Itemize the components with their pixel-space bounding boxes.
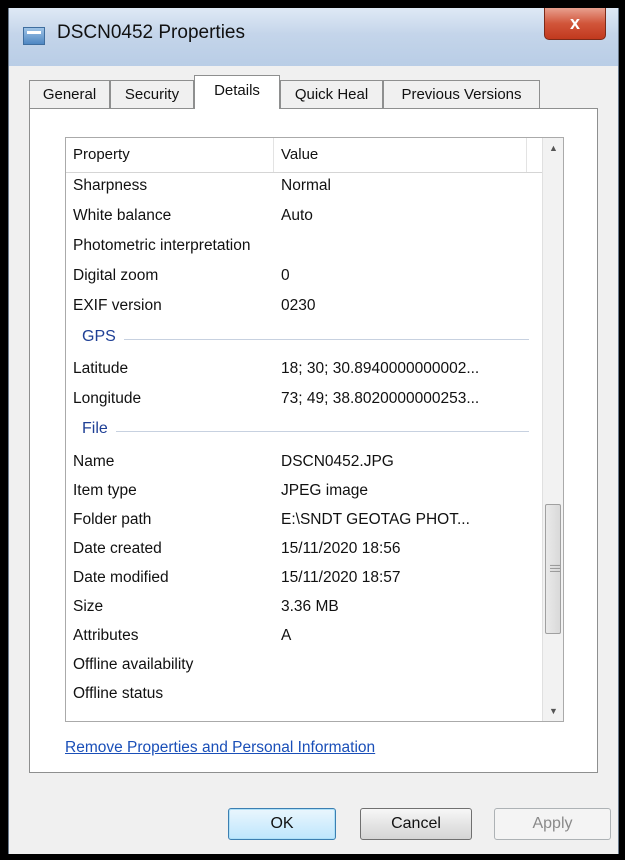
property-name: Latitude bbox=[73, 360, 129, 377]
property-value: 15/11/2020 18:56 bbox=[281, 540, 401, 557]
details-panel: Property Value Sharpness Normal White ba… bbox=[29, 108, 598, 773]
property-value: 0230 bbox=[281, 297, 316, 314]
table-row[interactable]: Date modified 15/11/2020 18:57 bbox=[66, 564, 543, 594]
window-title: DSCN0452 Properties bbox=[57, 22, 245, 43]
table-row[interactable]: Latitude 18; 30; 30.8940000000002... bbox=[66, 355, 543, 385]
property-value: 0 bbox=[281, 267, 290, 284]
property-value: Auto bbox=[281, 207, 313, 224]
cancel-button[interactable]: Cancel bbox=[360, 808, 472, 840]
property-name: Offline status bbox=[73, 685, 164, 702]
property-name: Photometric interpretation bbox=[73, 237, 251, 254]
table-row[interactable]: White balance Auto bbox=[66, 202, 543, 232]
property-name: Date created bbox=[73, 540, 162, 557]
property-value: 18; 30; 30.8940000000002... bbox=[281, 360, 480, 377]
group-divider bbox=[82, 431, 529, 432]
property-name: Longitude bbox=[73, 390, 142, 407]
property-name: White balance bbox=[73, 207, 172, 224]
table-row[interactable]: Folder path E:\SNDT GEOTAG PHOT... bbox=[66, 506, 543, 536]
list-header: Property Value bbox=[66, 138, 543, 173]
table-row[interactable]: Size 3.36 MB bbox=[66, 593, 543, 623]
property-value: JPEG image bbox=[281, 482, 369, 499]
column-header-property[interactable]: Property bbox=[66, 138, 274, 172]
close-button[interactable]: x bbox=[544, 8, 606, 40]
property-value: E:\SNDT GEOTAG PHOT... bbox=[281, 511, 470, 528]
table-row[interactable]: Name DSCN0452.JPG bbox=[66, 448, 543, 478]
table-row[interactable]: EXIF version 0230 bbox=[66, 292, 543, 322]
property-value: 73; 49; 38.8020000000253... bbox=[281, 390, 480, 407]
property-value: 3.36 MB bbox=[281, 598, 339, 615]
properties-dialog: DSCN0452 Properties x General Security D… bbox=[8, 8, 619, 854]
tab-previous-versions[interactable]: Previous Versions bbox=[383, 80, 540, 108]
table-row[interactable]: Offline availability bbox=[66, 651, 543, 681]
property-list[interactable]: Property Value Sharpness Normal White ba… bbox=[65, 137, 564, 722]
property-name: Sharpness bbox=[73, 177, 148, 194]
group-divider bbox=[82, 339, 529, 340]
window-icon bbox=[23, 27, 45, 45]
property-name: Date modified bbox=[73, 569, 169, 586]
table-row[interactable]: Item type JPEG image bbox=[66, 477, 543, 507]
property-value: A bbox=[281, 627, 292, 644]
property-value: Normal bbox=[281, 177, 331, 194]
group-header-file: File bbox=[66, 415, 543, 445]
table-row[interactable]: Digital zoom 0 bbox=[66, 262, 543, 292]
ok-button[interactable]: OK bbox=[228, 808, 336, 840]
group-label: GPS bbox=[82, 328, 124, 346]
tab-quick-heal[interactable]: Quick Heal bbox=[280, 80, 383, 108]
apply-button[interactable]: Apply bbox=[494, 808, 611, 840]
group-label: File bbox=[82, 420, 116, 438]
tab-security[interactable]: Security bbox=[110, 80, 194, 108]
property-name: Attributes bbox=[73, 627, 139, 644]
title-bar[interactable]: DSCN0452 Properties x bbox=[9, 8, 618, 66]
group-header-gps: GPS bbox=[66, 323, 543, 353]
property-name: Size bbox=[73, 598, 104, 615]
table-row[interactable]: Photometric interpretation bbox=[66, 232, 543, 262]
property-value: DSCN0452.JPG bbox=[281, 453, 394, 470]
table-row[interactable]: Sharpness Normal bbox=[66, 172, 543, 202]
property-name: Offline availability bbox=[73, 656, 194, 673]
property-name: EXIF version bbox=[73, 297, 162, 314]
remove-properties-link[interactable]: Remove Properties and Personal Informati… bbox=[65, 739, 375, 757]
column-header-value[interactable]: Value bbox=[274, 138, 527, 172]
table-row[interactable]: Offline status bbox=[66, 680, 543, 710]
scroll-up-arrow-icon[interactable]: ▲ bbox=[543, 138, 563, 158]
property-name: Item type bbox=[73, 482, 137, 499]
property-name: Digital zoom bbox=[73, 267, 159, 284]
table-row[interactable]: Longitude 73; 49; 38.8020000000253... bbox=[66, 385, 543, 415]
property-name: Folder path bbox=[73, 511, 152, 528]
property-value: 15/11/2020 18:57 bbox=[281, 569, 401, 586]
property-name: Name bbox=[73, 453, 115, 470]
scrollbar-thumb[interactable]: — — — bbox=[545, 504, 561, 634]
table-row[interactable]: Date created 15/11/2020 18:56 bbox=[66, 535, 543, 565]
table-row[interactable]: Attributes A bbox=[66, 622, 543, 652]
vertical-scrollbar[interactable]: ▲ — — — ▼ bbox=[542, 138, 563, 721]
tab-details[interactable]: Details bbox=[194, 75, 280, 109]
grip-icon: — — — bbox=[550, 560, 560, 577]
tab-general[interactable]: General bbox=[29, 80, 110, 108]
scroll-down-arrow-icon[interactable]: ▼ bbox=[543, 701, 563, 721]
